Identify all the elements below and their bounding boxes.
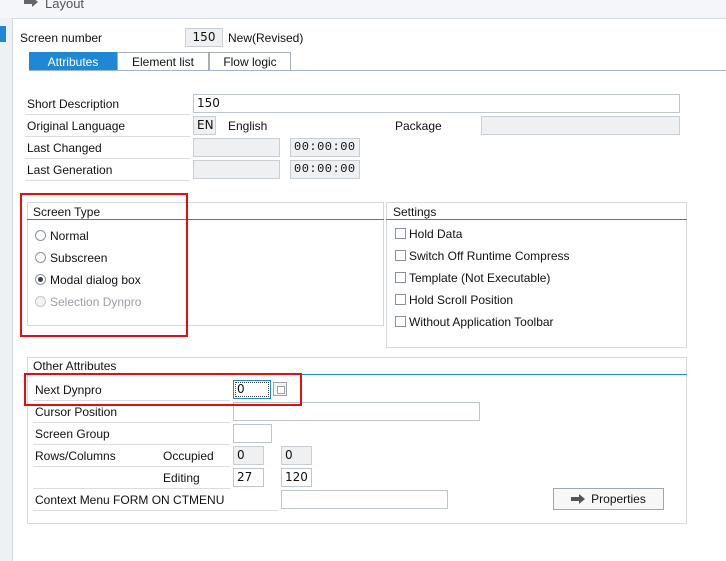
short-description-label: Short Description [27,97,120,111]
language-code-field: EN [193,116,216,135]
cursor-position-label: Cursor Position [35,405,118,419]
divider [33,444,230,445]
tab-flow-logic[interactable]: Flow logic [209,52,291,71]
highlight-screen-type [20,193,188,337]
last-generation-label: Last Generation [27,163,113,177]
divider [33,466,230,467]
divider [25,158,190,159]
language-name: English [228,119,268,133]
last-generation-time: 00:00:00 [290,160,360,179]
without-application-toolbar-label: Without Application Toolbar [409,315,554,329]
arrow-right-icon [24,0,38,7]
tab-attributes[interactable]: Attributes [29,52,117,71]
divider [25,180,190,181]
package-field [481,116,680,135]
checkbox-switch-off-runtime-compress[interactable] [395,250,406,261]
template-label: Template (Not Executable) [409,271,551,285]
divider [33,510,278,511]
editing-label: Editing [163,471,200,485]
original-language-label: Original Language [27,119,126,133]
last-generation-date [193,160,280,179]
highlight-next-dynpro [24,373,302,406]
checkbox-hold-scroll-position[interactable] [395,294,406,305]
divider [33,488,230,489]
divider [25,114,190,115]
left-active-marker [0,26,6,42]
other-attributes-title: Other Attributes [33,359,117,373]
checkbox-without-application-toolbar[interactable] [395,316,406,327]
properties-button-label: Properties [591,492,646,506]
left-scroll-edge [0,18,13,561]
title-bar: Layout [0,0,726,19]
last-changed-time: 00:00:00 [290,138,360,157]
switch-off-runtime-compress-label: Switch Off Runtime Compress [409,249,570,263]
context-menu-label: Context Menu FORM ON CTMENU [35,493,225,507]
screen-group-input[interactable] [233,424,272,443]
last-changed-date [193,138,280,157]
arrow-right-icon [571,494,586,504]
rows-columns-label: Rows/Columns [35,449,116,463]
status-text: New(Revised) [228,31,304,45]
settings-title: Settings [393,205,437,219]
context-menu-input[interactable] [281,490,448,509]
tab-underline [29,70,726,71]
editing-cols-input[interactable]: 120 [281,468,312,487]
divider [33,422,230,423]
package-label: Package [395,119,442,133]
last-changed-label: Last Changed [27,141,102,155]
window-title: Layout [45,0,85,11]
screen-number-field: 150 [185,28,223,47]
settings-rule [386,219,687,220]
occupied-label: Occupied [163,449,214,463]
occupied-cols-field: 0 [281,446,312,465]
screen-number-label: Screen number [20,31,103,45]
properties-button[interactable]: Properties [553,488,664,510]
short-description-input[interactable]: 150 [193,94,680,113]
checkbox-hold-data[interactable] [395,228,406,239]
hold-data-label: Hold Data [409,227,463,241]
checkbox-template[interactable] [395,272,406,283]
divider [25,136,190,137]
editing-rows-input[interactable]: 27 [233,468,264,487]
occupied-rows-field: 0 [233,446,264,465]
hold-scroll-position-label: Hold Scroll Position [409,293,514,307]
screen-group-label: Screen Group [35,427,110,441]
tab-element-list[interactable]: Element list [117,52,209,71]
